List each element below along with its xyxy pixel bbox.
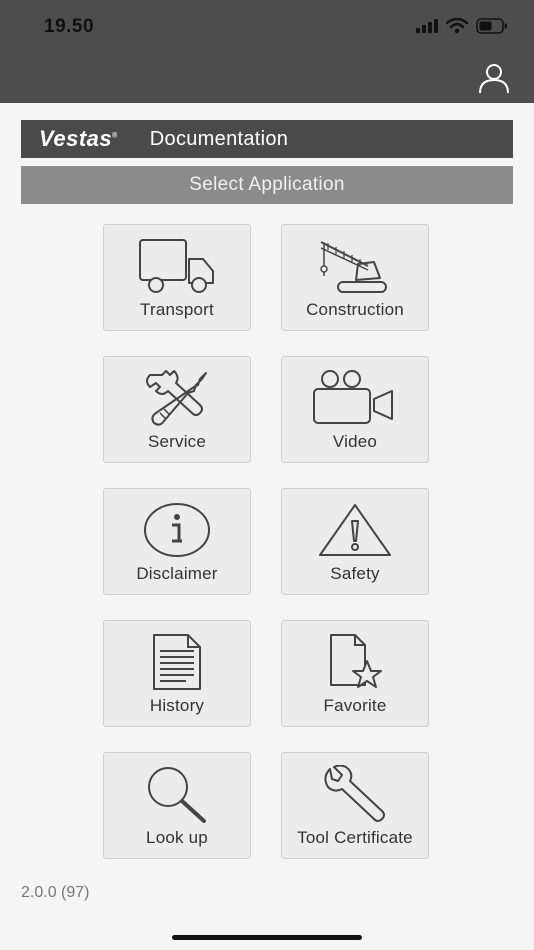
- select-application-bar: Select Application: [21, 166, 513, 204]
- video-camera-icon: [313, 370, 393, 424]
- tile-label: Service: [147, 432, 207, 451]
- tile-label: Safety: [330, 564, 380, 583]
- construction-button[interactable]: Construction: [281, 224, 429, 331]
- search-icon: [148, 767, 206, 823]
- info-icon: [144, 503, 210, 557]
- tools-icon: [146, 370, 207, 426]
- top-bar: 19.50: [0, 0, 534, 103]
- status-icons: [416, 18, 508, 34]
- app-header: Vestas® Documentation: [21, 120, 513, 158]
- history-button[interactable]: History: [103, 620, 251, 727]
- warning-icon: [319, 504, 391, 556]
- tile-label: Look up: [146, 828, 208, 847]
- favorite-document-icon: [330, 634, 382, 688]
- home-indicator[interactable]: [172, 935, 362, 940]
- status-time: 19.50: [44, 16, 95, 37]
- video-button[interactable]: Video: [281, 356, 429, 463]
- app-version: 2.0.0 (97): [21, 884, 90, 901]
- look-up-button[interactable]: Look up: [103, 752, 251, 859]
- truck-icon: [139, 239, 214, 293]
- tile-label: Transport: [140, 300, 214, 319]
- tile-label: Construction: [306, 300, 404, 319]
- battery-icon: [476, 18, 507, 34]
- crane-icon: [320, 241, 387, 293]
- signal-icon: [416, 19, 438, 33]
- document-icon: [153, 634, 201, 690]
- tool-certificate-button[interactable]: Tool Certificate: [281, 752, 429, 859]
- service-button[interactable]: Service: [103, 356, 251, 463]
- tile-label: History: [149, 696, 205, 715]
- user-profile-icon[interactable]: [478, 62, 510, 94]
- vestas-logo: Vestas®: [39, 126, 118, 151]
- wrench-icon: [324, 765, 385, 822]
- tile-label: Favorite: [323, 696, 387, 715]
- app-title: Documentation: [149, 127, 289, 150]
- tile-label: Video: [332, 432, 378, 451]
- tile-label: Disclaimer: [136, 564, 218, 583]
- safety-button[interactable]: Safety: [281, 488, 429, 595]
- wifi-icon: [446, 18, 468, 34]
- tile-label: Tool Certificate: [297, 828, 413, 847]
- favorite-button[interactable]: Favorite: [281, 620, 429, 727]
- transport-button[interactable]: Transport: [103, 224, 251, 331]
- disclaimer-button[interactable]: Disclaimer: [103, 488, 251, 595]
